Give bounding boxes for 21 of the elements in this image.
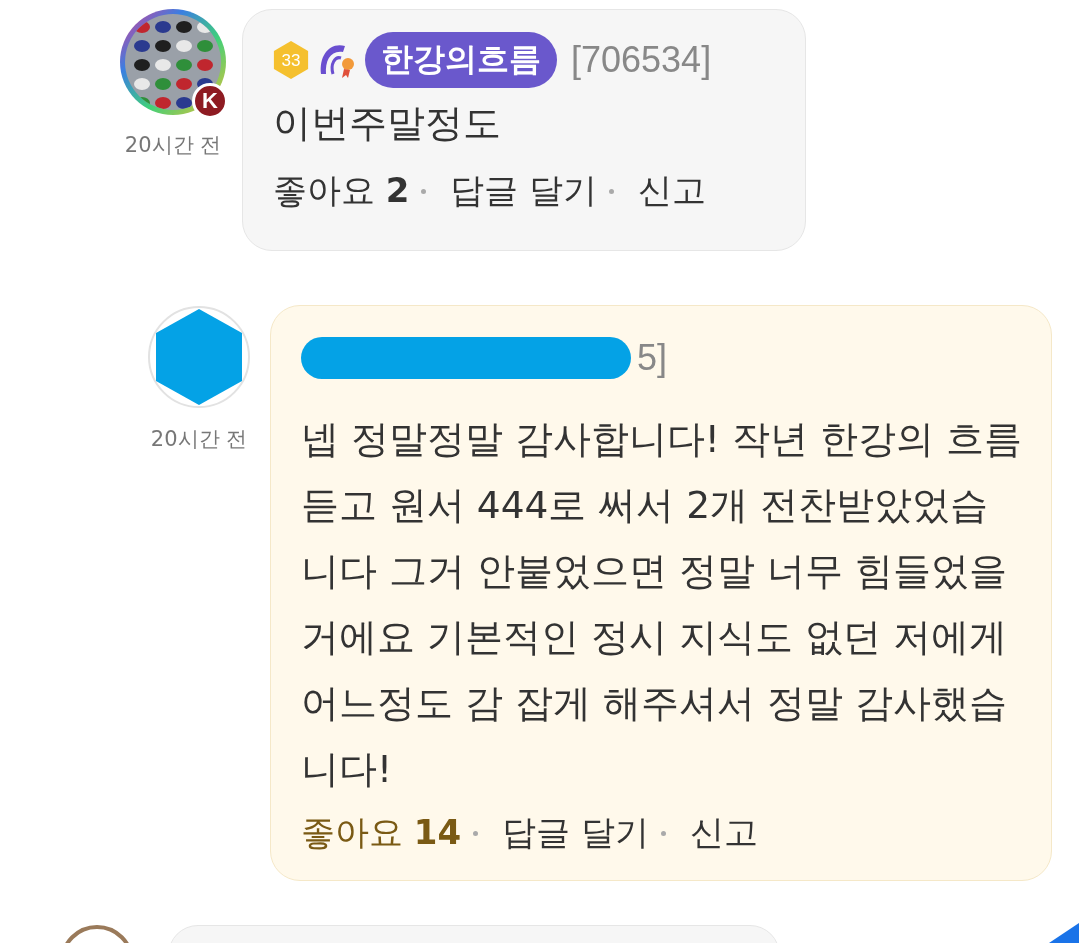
like-link[interactable]: 좋아요 14 (301, 810, 462, 856)
separator-dot (473, 830, 479, 836)
reply-link[interactable]: 답글 달기 (450, 168, 598, 214)
comment-text: 넵 정말정말 감사합니다! 작년 한강의 흐름 듣고 원서 444로 써서 2개 전찬받았었습니다 그거 안붙었으면 정말 너무 힘들었을거에요 기본적인 정시 지식도 없던 저에게 어느정도 감 잡게 해주셔서 정말 감사했습니다! (301, 416, 1023, 793)
separator-dot (660, 830, 666, 836)
like-link[interactable]: 좋아요 2 (273, 168, 410, 214)
k-badge: K (192, 83, 228, 119)
comment-time: 20시간 전 (124, 132, 222, 159)
reply-link[interactable]: 답글 달기 (502, 810, 649, 856)
separator-dot (609, 188, 615, 194)
user-name[interactable]: 한강의흐름 (365, 32, 557, 88)
comment-text: 이번주말정도 (273, 100, 502, 147)
user-id: 5] (637, 337, 668, 379)
level-badge: 33 (273, 40, 309, 80)
report-link[interactable]: 신고 (689, 810, 758, 856)
hexagon-avatar-icon (147, 305, 251, 409)
report-link[interactable]: 신고 (638, 168, 707, 214)
comment-time: 20시간 전 (150, 426, 248, 453)
corner-shape (1049, 923, 1079, 943)
separator-dot (421, 188, 427, 194)
user-id: [706534] (571, 39, 712, 81)
